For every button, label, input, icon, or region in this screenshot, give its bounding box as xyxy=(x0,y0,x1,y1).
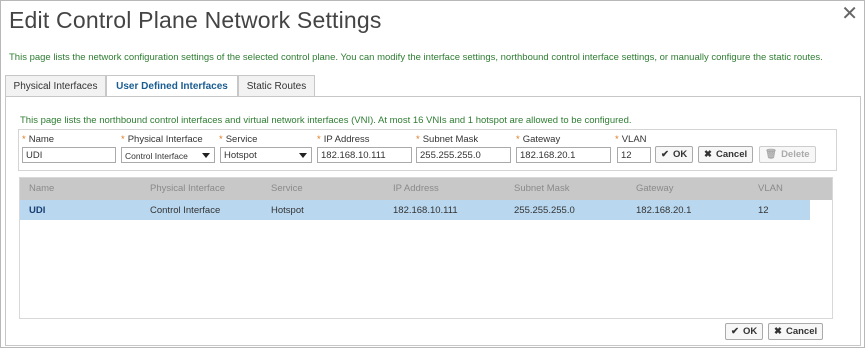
interfaces-table: Name Physical Interface Service IP Addre… xyxy=(19,177,833,319)
physical-interface-select[interactable]: Control Interface xyxy=(121,147,215,163)
cell-subnet-mask: 255.255.255.0 xyxy=(514,205,575,216)
footer-cancel-button[interactable]: ✖ Cancel xyxy=(768,323,824,340)
service-label: * Service xyxy=(219,134,257,145)
column-header-vlan[interactable]: VLAN xyxy=(758,183,783,194)
cancel-label: Cancel xyxy=(715,149,748,160)
required-mark: * xyxy=(516,134,520,145)
ip-address-input[interactable]: 182.168.10.111 xyxy=(317,147,412,163)
chevron-down-icon xyxy=(299,153,307,158)
edit-network-settings-dialog: Edit Control Plane Network Settings ✕ Th… xyxy=(0,0,865,348)
required-mark: * xyxy=(219,134,223,145)
trash-icon: 🗑 xyxy=(765,149,778,160)
physical-interface-label-text: Physical Interface xyxy=(127,134,203,145)
delete-button[interactable]: 🗑 Delete xyxy=(759,146,816,163)
cell-service: Hotspot xyxy=(271,205,304,216)
required-mark: * xyxy=(416,134,420,145)
footer-cancel-label: Cancel xyxy=(785,326,818,337)
physical-interface-value: Control Interface xyxy=(125,151,188,161)
required-mark: * xyxy=(317,134,321,145)
service-select[interactable]: Hotspot xyxy=(220,147,312,163)
tab-user-defined-interfaces[interactable]: User Defined Interfaces xyxy=(106,75,238,98)
physical-interface-label: * Physical Interface xyxy=(121,134,203,145)
cancel-button[interactable]: ✖ Cancel xyxy=(698,146,754,163)
column-header-physical-interface[interactable]: Physical Interface xyxy=(150,183,225,194)
gateway-input[interactable]: 182.168.20.1 xyxy=(516,147,611,163)
ip-address-label: * IP Address xyxy=(317,134,369,145)
column-header-gateway[interactable]: Gateway xyxy=(636,183,674,194)
column-header-ip-address[interactable]: IP Address xyxy=(393,183,439,194)
cell-ip-address: 182.168.10.111 xyxy=(393,205,458,216)
column-header-subnet-mask[interactable]: Subnet Mask xyxy=(514,183,569,194)
cell-gateway: 182.168.20.1 xyxy=(636,205,692,216)
chevron-down-icon xyxy=(202,153,210,158)
tab-physical-interfaces[interactable]: Physical Interfaces xyxy=(5,75,106,97)
column-header-service[interactable]: Service xyxy=(271,183,303,194)
dialog-description: This page lists the network configuratio… xyxy=(9,52,823,63)
interface-edit-form: * Name UDI * Physical Interface Control In… xyxy=(18,129,837,171)
name-input[interactable]: UDI xyxy=(22,147,116,163)
gateway-label: * Gateway xyxy=(516,134,560,145)
checkmark-icon: ✔ xyxy=(731,326,739,337)
close-icon[interactable]: ✕ xyxy=(841,1,858,26)
checkmark-icon: ✔ xyxy=(661,149,669,160)
vlan-label: * VLAN xyxy=(615,134,647,145)
name-label: * Name xyxy=(22,134,54,145)
close-icon: ✖ xyxy=(774,326,782,337)
name-label-text: Name xyxy=(28,134,55,145)
tab-static-routes[interactable]: Static Routes xyxy=(238,75,315,97)
ok-label: OK xyxy=(672,149,688,160)
dialog-title: Edit Control Plane Network Settings xyxy=(9,7,382,33)
table-row[interactable]: UDI Control Interface Hotspot 182.168.10… xyxy=(20,200,810,220)
subnet-mask-label-text: Subnet Mask xyxy=(422,134,479,145)
table-header: Name Physical Interface Service IP Addre… xyxy=(20,178,832,200)
required-mark: * xyxy=(22,134,26,145)
footer-ok-button[interactable]: ✔ OK xyxy=(725,323,764,340)
ok-button[interactable]: ✔ OK xyxy=(655,146,694,163)
required-mark: * xyxy=(615,134,619,145)
ip-address-label-text: IP Address xyxy=(323,134,370,145)
subnet-mask-label: * Subnet Mask xyxy=(416,134,478,145)
cell-physical-interface: Control Interface xyxy=(150,205,221,216)
cell-vlan: 12 xyxy=(758,205,769,216)
vlan-label-text: VLAN xyxy=(621,134,647,145)
gateway-label-text: Gateway xyxy=(522,134,561,145)
service-label-text: Service xyxy=(225,134,258,145)
panel-description: This page lists the northbound control i… xyxy=(20,115,632,126)
user-defined-interfaces-panel: This page lists the northbound control i… xyxy=(5,96,861,346)
vlan-input[interactable]: 12 xyxy=(617,147,651,163)
close-icon: ✖ xyxy=(704,149,712,160)
column-header-name[interactable]: Name xyxy=(29,183,54,194)
footer-ok-label: OK xyxy=(742,326,758,337)
subnet-mask-input[interactable]: 255.255.255.0 xyxy=(416,147,511,163)
service-value: Hotspot xyxy=(224,150,257,161)
cell-name: UDI xyxy=(29,205,46,216)
required-mark: * xyxy=(121,134,125,145)
delete-label: Delete xyxy=(781,149,810,160)
